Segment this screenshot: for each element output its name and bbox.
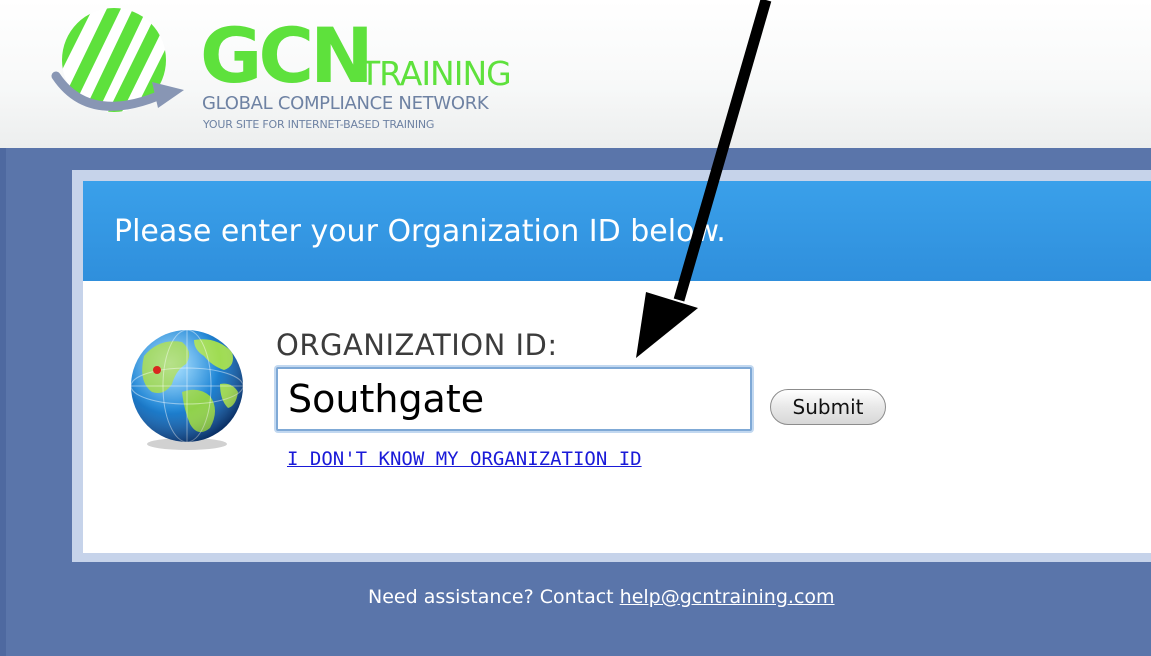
forgot-org-id-link[interactable]: I DON'T KNOW MY ORGANIZATION ID	[287, 448, 642, 470]
globe-icon	[131, 330, 243, 450]
logo-network-text: GLOBAL COMPLIANCE NETWORK	[202, 93, 489, 114]
page: GCN TRAINING GLOBAL COMPLIANCE NETWORK Y…	[0, 0, 1151, 656]
striped-globe-logo-icon	[51, 8, 184, 112]
gcn-training-logo[interactable]: GCN TRAINING GLOBAL COMPLIANCE NETWORK Y…	[48, 4, 568, 144]
assistance-text: Need assistance? Contact help@gcntrainin…	[368, 585, 835, 609]
content-band-edge	[0, 148, 6, 656]
logo-gcn-text: GCN	[200, 11, 374, 100]
assistance-label: Need assistance? Contact	[368, 586, 620, 608]
site-header: GCN TRAINING GLOBAL COMPLIANCE NETWORK Y…	[0, 0, 1151, 148]
help-email-link[interactable]: help@gcntraining.com	[620, 586, 835, 608]
logo-training-text: TRAINING	[360, 54, 512, 93]
logo-tagline-text: YOUR SITE FOR INTERNET-BASED TRAINING	[203, 118, 435, 131]
org-id-label: ORGANIZATION ID:	[276, 328, 558, 362]
submit-button[interactable]: Submit	[770, 389, 886, 425]
panel-title: Please enter your Organization ID below.	[114, 214, 726, 249]
org-id-input[interactable]	[276, 367, 752, 431]
